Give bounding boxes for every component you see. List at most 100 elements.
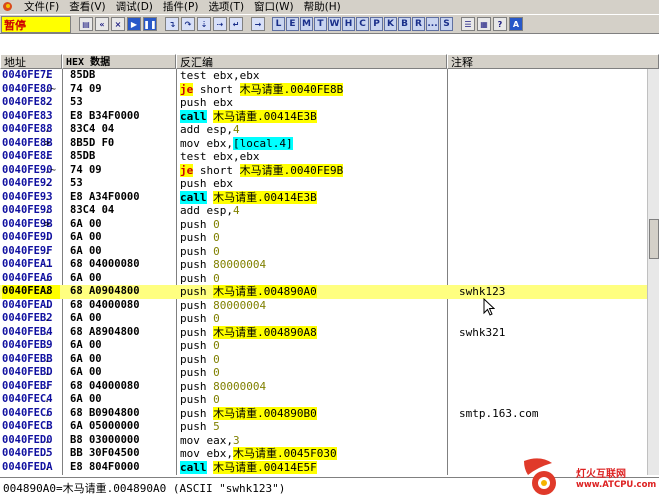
menu-window[interactable]: 窗口(W)	[249, 0, 299, 14]
disasm-row[interactable]: 0040FEA1. 68 04000080 push 80000004	[0, 258, 659, 272]
row-hex: 6A 00	[70, 271, 102, 284]
menu-options[interactable]: 选项(T)	[203, 0, 249, 14]
trace-into-icon[interactable]: ⇣	[197, 17, 211, 31]
row-marker: .	[44, 380, 51, 392]
toolbar-letter-p[interactable]: P	[370, 17, 383, 31]
disasm-row[interactable]: 0040FEA6. 6A 00 push 0	[0, 272, 659, 286]
disasm-row[interactable]: 0040FE88. 83C4 04 add esp,4	[0, 123, 659, 137]
toolbar-letter-c[interactable]: C	[356, 17, 369, 31]
disasm-row[interactable]: 0040FE9F. 6A 00 push 0	[0, 245, 659, 259]
row-hex: E8 A34F0000	[70, 190, 140, 203]
toolbar: 暂停 ▤ « × ▶ ❚❚ ↴ ↷ ⇣ ⇢ ↵ → L E M T W H C …	[0, 14, 659, 34]
disasm-token: push	[180, 420, 214, 433]
menu-view[interactable]: 查看(V)	[64, 0, 110, 14]
disasm-token: push	[180, 271, 214, 285]
column-header-comment[interactable]: 注释	[447, 54, 659, 69]
toolbar-letter-b[interactable]: B	[398, 17, 411, 31]
disasm-row[interactable]: 0040FE90 .~ 74 09 je short 木马请重.0040FE9B	[0, 163, 659, 178]
step-into-icon[interactable]: ↴	[165, 17, 179, 31]
row-comment	[459, 110, 659, 124]
toolbar-letter-dots[interactable]: ...	[426, 17, 439, 31]
toolbar-letter-e[interactable]: E	[286, 17, 299, 31]
toolbar-letter-r[interactable]: R	[412, 17, 425, 31]
row-disasm: mov ebx,木马请重.0045F030	[180, 447, 445, 461]
step-over-icon[interactable]: ↷	[181, 17, 195, 31]
toolbar-letter-k[interactable]: K	[384, 17, 397, 31]
row-comment	[459, 245, 659, 259]
row-hex: 6A 05000000	[70, 420, 140, 432]
open-icon[interactable]: ▤	[79, 17, 93, 31]
trace-over-icon[interactable]: ⇢	[213, 17, 227, 31]
row-marker: .	[44, 394, 51, 405]
disasm-row[interactable]: 0040FE9D. 6A 00 push 0	[0, 231, 659, 245]
disasm-row[interactable]: 0040FE82. 53 push ebx	[0, 96, 659, 110]
row-marker: >	[44, 137, 51, 149]
pause-icon[interactable]: ❚❚	[143, 17, 157, 31]
toolbar-letter-h[interactable]: H	[342, 17, 355, 31]
toolbar-letter-t[interactable]: T	[314, 17, 327, 31]
scrollbar-thumb[interactable]	[649, 219, 659, 259]
toolbar-letter-s[interactable]: S	[440, 17, 453, 31]
disasm-row[interactable]: 0040FE93. E8 A34F0000 call 木马请重.00414E3B	[0, 190, 659, 205]
disasm-row[interactable]: 0040FECB. 6A 05000000 push 5	[0, 420, 659, 434]
font-icon[interactable]: A	[509, 17, 523, 31]
menu-plugins[interactable]: 插件(P)	[158, 0, 204, 14]
list-icon[interactable]: ☰	[461, 17, 475, 31]
disasm-token: short	[193, 163, 240, 177]
column-header-disasm[interactable]: 反汇编	[176, 54, 447, 69]
disasm-token: 0	[213, 393, 220, 406]
column-header-hex[interactable]: HEX 数据	[62, 54, 176, 69]
row-disasm: push 80000004	[180, 299, 445, 313]
disasm-row[interactable]: 0040FE80 .~ 74 09 je short 木马请重.0040FE8B	[0, 82, 659, 97]
execute-till-return-icon[interactable]: ↵	[229, 17, 243, 31]
row-marker: .~	[44, 164, 57, 176]
disasm-row[interactable]: 0040FE8B >8B5D F0 mov ebx,[local.4]	[0, 136, 659, 151]
watermark-line-1: 灯火互联网	[576, 469, 626, 480]
close-icon[interactable]: ×	[111, 17, 125, 31]
disasm-row[interactable]: 0040FEC4. 6A 00 push 0	[0, 393, 659, 407]
disasm-row[interactable]: 0040FEBB. 6A 00 push 0	[0, 353, 659, 367]
row-marker: .	[44, 110, 51, 122]
grid-icon[interactable]: ▦	[477, 17, 491, 31]
disasm-row[interactable]: 0040FE7E. 85DB test ebx,ebx	[0, 69, 659, 83]
toolbar-letter-m[interactable]: M	[300, 17, 313, 31]
disasm-row[interactable]: 0040FEC6. 68 B0904800 push 木马请重.004890B0 sm…	[0, 406, 659, 421]
disasm-token: push	[180, 379, 214, 393]
row-disasm: push 0	[180, 218, 445, 232]
disasm-token: 80000004	[213, 258, 267, 271]
menu-file[interactable]: 文件(F)	[19, 0, 64, 14]
restart-icon[interactable]: «	[95, 17, 109, 31]
row-disasm: push ebx	[180, 96, 445, 110]
row-hex: 83C4 04	[70, 123, 115, 135]
disasm-token: 0	[213, 231, 220, 244]
toolbar-letter-w[interactable]: W	[328, 17, 341, 31]
menu-debug[interactable]: 调试(D)	[111, 0, 158, 14]
mouse-cursor-icon	[483, 298, 495, 316]
row-marker: .	[44, 353, 51, 365]
menu-help[interactable]: 帮助(H)	[299, 0, 346, 14]
disasm-row[interactable]: 0040FE92. 53 push ebx	[0, 177, 659, 191]
disasm-token: call	[180, 190, 207, 204]
run-icon[interactable]: ▶	[127, 17, 141, 31]
disasm-row[interactable]: 0040FEB4. 68 A8904800 push 木马请重.004890A8 sw…	[0, 325, 659, 340]
disasm-row[interactable]: 0040FEBF. 68 04000080 push 80000004	[0, 380, 659, 394]
help-icon[interactable]: ?	[493, 17, 507, 31]
disasm-row[interactable]: 0040FEBD. 6A 00 push 0	[0, 366, 659, 380]
disasm-token: mov eax,	[180, 433, 233, 447]
disasm-token: push	[180, 258, 214, 271]
disasm-row[interactable]: 0040FEA8. 68 A0904800 push 木马请重.004890A0 sw…	[0, 285, 659, 299]
disasm-row[interactable]: 0040FE98. 83C4 04 add esp,4	[0, 204, 659, 218]
column-header-address[interactable]: 地址	[0, 54, 62, 69]
vertical-scrollbar[interactable]	[647, 69, 659, 475]
goto-icon[interactable]: →	[251, 17, 265, 31]
disasm-row[interactable]: 0040FED0. B8 03000000 mov eax,3	[0, 434, 659, 448]
toolbar-letter-l[interactable]: L	[272, 17, 285, 31]
disasm-token: push ebx	[180, 96, 233, 109]
disassembly-listing[interactable]: 0040FE7E. 85DB test ebx,ebx 0040FE80 .~ 74 09…	[0, 69, 659, 475]
disasm-row[interactable]: 0040FEB9. 6A 00 push 0	[0, 339, 659, 353]
disasm-row[interactable]: 0040FE8E. 85DB test ebx,ebx	[0, 150, 659, 164]
disasm-row[interactable]: 0040FEAD. 68 04000080 push 80000004	[0, 299, 659, 313]
disasm-row[interactable]: 0040FE83. E8 B34F0000 call 木马请重.00414E3B	[0, 109, 659, 124]
disasm-row[interactable]: 0040FE9B >6A 00 push 0	[0, 218, 659, 232]
disasm-row[interactable]: 0040FEB2. 6A 00 push 0	[0, 312, 659, 326]
